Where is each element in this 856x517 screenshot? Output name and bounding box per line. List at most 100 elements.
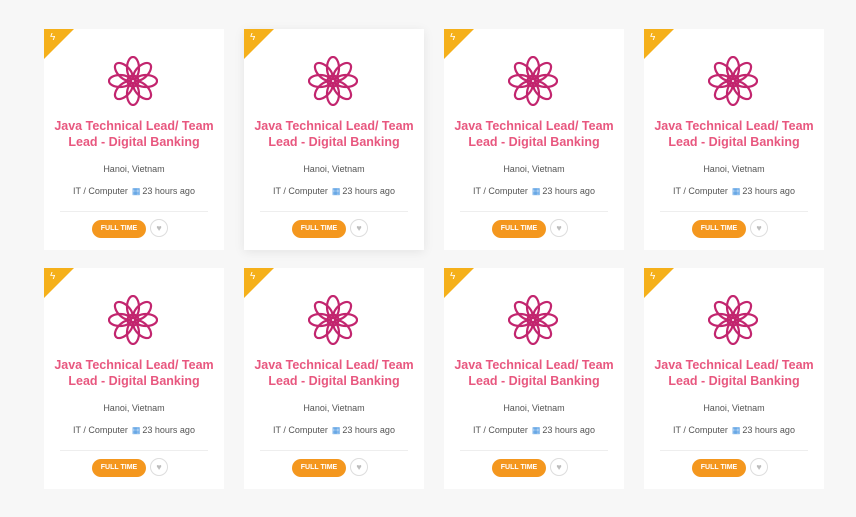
job-meta: IT / Computer ▦ 23 hours ago <box>444 186 624 197</box>
divider <box>660 450 808 451</box>
job-grid: ϟ Java Technical Lead/ Team Lead - Digit… <box>0 0 856 517</box>
calendar-icon: ▦ <box>131 186 141 196</box>
flower-logo-icon <box>708 295 758 345</box>
job-posted: 23 hours ago <box>542 186 595 196</box>
heart-icon[interactable]: ♥ <box>550 458 568 476</box>
heart-icon[interactable]: ♥ <box>750 458 768 476</box>
lightning-icon: ϟ <box>250 32 256 43</box>
job-location: Hanoi, Vietnam <box>703 164 765 174</box>
job-card[interactable]: ϟ Java Technical Lead/ Team Lead - Digit… <box>244 29 424 250</box>
job-card[interactable]: ϟ Java Technical Lead/ Team Lead - Digit… <box>444 29 624 250</box>
calendar-icon: ▦ <box>731 186 741 196</box>
job-type-badge: FULL TIME <box>292 220 346 238</box>
job-meta: IT / Computer ▦ 23 hours ago <box>44 425 224 436</box>
job-title[interactable]: Java Technical Lead/ Team Lead - Digital… <box>654 357 814 389</box>
lightning-icon: ϟ <box>50 271 56 282</box>
calendar-icon: ▦ <box>731 425 741 435</box>
job-location: Hanoi, Vietnam <box>703 403 765 413</box>
job-title[interactable]: Java Technical Lead/ Team Lead - Digital… <box>254 357 414 389</box>
job-meta: IT / Computer ▦ 23 hours ago <box>644 425 824 436</box>
featured-flag <box>644 29 674 59</box>
lightning-icon: ϟ <box>50 32 56 43</box>
job-location: Hanoi, Vietnam <box>503 164 565 174</box>
calendar-icon: ▦ <box>331 425 341 435</box>
job-posted: 23 hours ago <box>742 186 795 196</box>
calendar-icon: ▦ <box>331 186 341 196</box>
job-category: IT / Computer <box>673 186 728 196</box>
divider <box>60 450 208 451</box>
divider <box>460 211 608 212</box>
divider <box>260 450 408 451</box>
featured-flag <box>244 29 274 59</box>
job-posted: 23 hours ago <box>342 186 395 196</box>
job-category: IT / Computer <box>473 425 528 435</box>
job-meta: IT / Computer ▦ 23 hours ago <box>244 186 424 197</box>
divider <box>460 450 608 451</box>
job-type-badge: FULL TIME <box>692 220 746 238</box>
job-title[interactable]: Java Technical Lead/ Team Lead - Digital… <box>54 118 214 150</box>
job-posted: 23 hours ago <box>742 425 795 435</box>
job-card[interactable]: ϟ Java Technical Lead/ Team Lead - Digit… <box>44 29 224 250</box>
flower-logo-icon <box>308 295 358 345</box>
job-title[interactable]: Java Technical Lead/ Team Lead - Digital… <box>454 118 614 150</box>
flower-logo-icon <box>708 56 758 106</box>
featured-flag <box>444 29 474 59</box>
job-category: IT / Computer <box>673 425 728 435</box>
lightning-icon: ϟ <box>250 271 256 282</box>
job-category: IT / Computer <box>73 425 128 435</box>
calendar-icon: ▦ <box>531 425 541 435</box>
job-posted: 23 hours ago <box>142 186 195 196</box>
heart-icon[interactable]: ♥ <box>150 219 168 237</box>
job-title[interactable]: Java Technical Lead/ Team Lead - Digital… <box>254 118 414 150</box>
job-meta: IT / Computer ▦ 23 hours ago <box>244 425 424 436</box>
lightning-icon: ϟ <box>650 271 656 282</box>
job-type-badge: FULL TIME <box>92 459 146 477</box>
job-category: IT / Computer <box>473 186 528 196</box>
job-type-badge: FULL TIME <box>292 459 346 477</box>
lightning-icon: ϟ <box>450 271 456 282</box>
job-meta: IT / Computer ▦ 23 hours ago <box>644 186 824 197</box>
divider <box>660 211 808 212</box>
featured-flag <box>644 268 674 298</box>
job-category: IT / Computer <box>273 186 328 196</box>
job-location: Hanoi, Vietnam <box>503 403 565 413</box>
flower-logo-icon <box>308 56 358 106</box>
job-type-badge: FULL TIME <box>492 459 546 477</box>
heart-icon[interactable]: ♥ <box>350 219 368 237</box>
job-type-badge: FULL TIME <box>492 220 546 238</box>
job-card[interactable]: ϟ Java Technical Lead/ Team Lead - Digit… <box>44 268 224 489</box>
job-posted: 23 hours ago <box>342 425 395 435</box>
job-location: Hanoi, Vietnam <box>103 164 165 174</box>
job-posted: 23 hours ago <box>542 425 595 435</box>
heart-icon[interactable]: ♥ <box>350 458 368 476</box>
job-category: IT / Computer <box>273 425 328 435</box>
job-posted: 23 hours ago <box>142 425 195 435</box>
heart-icon[interactable]: ♥ <box>750 219 768 237</box>
featured-flag <box>44 29 74 59</box>
job-location: Hanoi, Vietnam <box>103 403 165 413</box>
job-title[interactable]: Java Technical Lead/ Team Lead - Digital… <box>454 357 614 389</box>
heart-icon[interactable]: ♥ <box>150 458 168 476</box>
job-title[interactable]: Java Technical Lead/ Team Lead - Digital… <box>654 118 814 150</box>
job-location: Hanoi, Vietnam <box>303 403 365 413</box>
featured-flag <box>44 268 74 298</box>
job-type-badge: FULL TIME <box>92 220 146 238</box>
job-meta: IT / Computer ▦ 23 hours ago <box>444 425 624 436</box>
job-card[interactable]: ϟ Java Technical Lead/ Team Lead - Digit… <box>644 29 824 250</box>
divider <box>60 211 208 212</box>
job-title[interactable]: Java Technical Lead/ Team Lead - Digital… <box>54 357 214 389</box>
job-type-badge: FULL TIME <box>692 459 746 477</box>
heart-icon[interactable]: ♥ <box>550 219 568 237</box>
job-card[interactable]: ϟ Java Technical Lead/ Team Lead - Digit… <box>644 268 824 489</box>
flower-logo-icon <box>508 295 558 345</box>
lightning-icon: ϟ <box>650 32 656 43</box>
lightning-icon: ϟ <box>450 32 456 43</box>
job-card[interactable]: ϟ Java Technical Lead/ Team Lead - Digit… <box>244 268 424 489</box>
job-card[interactable]: ϟ Java Technical Lead/ Team Lead - Digit… <box>444 268 624 489</box>
job-location: Hanoi, Vietnam <box>303 164 365 174</box>
divider <box>260 211 408 212</box>
job-meta: IT / Computer ▦ 23 hours ago <box>44 186 224 197</box>
featured-flag <box>244 268 274 298</box>
flower-logo-icon <box>108 295 158 345</box>
job-category: IT / Computer <box>73 186 128 196</box>
